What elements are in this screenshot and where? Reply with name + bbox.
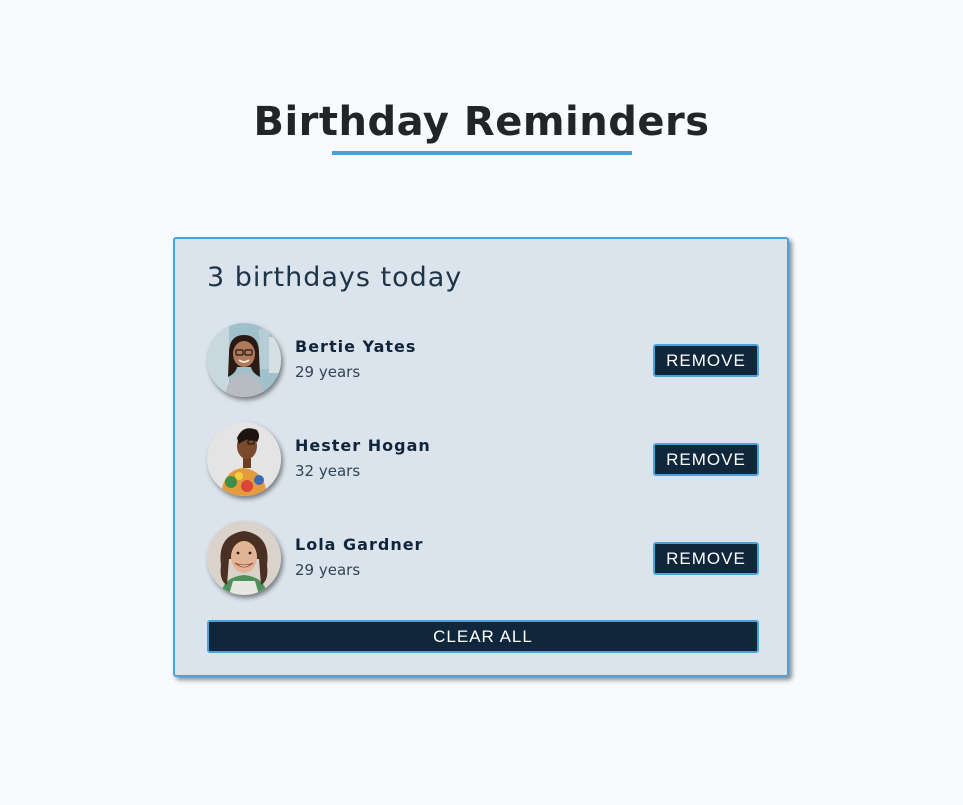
person-name: Lola Gardner bbox=[295, 535, 424, 554]
person-age: 32 years bbox=[295, 462, 361, 480]
list-item: Hester Hogan 32 years REMOVE bbox=[207, 422, 759, 498]
person-name: Hester Hogan bbox=[295, 436, 431, 455]
birthday-card: 3 birthdays today Bertie Yates 29 years … bbox=[173, 237, 789, 677]
person-age: 29 years bbox=[295, 363, 361, 381]
remove-button[interactable]: REMOVE bbox=[653, 542, 759, 575]
avatar bbox=[207, 323, 281, 397]
birthday-count: 3 birthdays today bbox=[207, 262, 463, 293]
list-item: Lola Gardner 29 years REMOVE bbox=[207, 521, 759, 597]
page-title: Birthday Reminders bbox=[253, 99, 710, 145]
title-underline bbox=[332, 151, 632, 155]
remove-button[interactable]: REMOVE bbox=[653, 443, 759, 476]
person-age: 29 years bbox=[295, 561, 361, 579]
person-name: Bertie Yates bbox=[295, 337, 417, 356]
avatar bbox=[207, 521, 281, 595]
list-item: Bertie Yates 29 years REMOVE bbox=[207, 323, 759, 399]
remove-button[interactable]: REMOVE bbox=[653, 344, 759, 377]
avatar bbox=[207, 422, 281, 496]
clear-all-button[interactable]: CLEAR ALL bbox=[207, 620, 759, 653]
